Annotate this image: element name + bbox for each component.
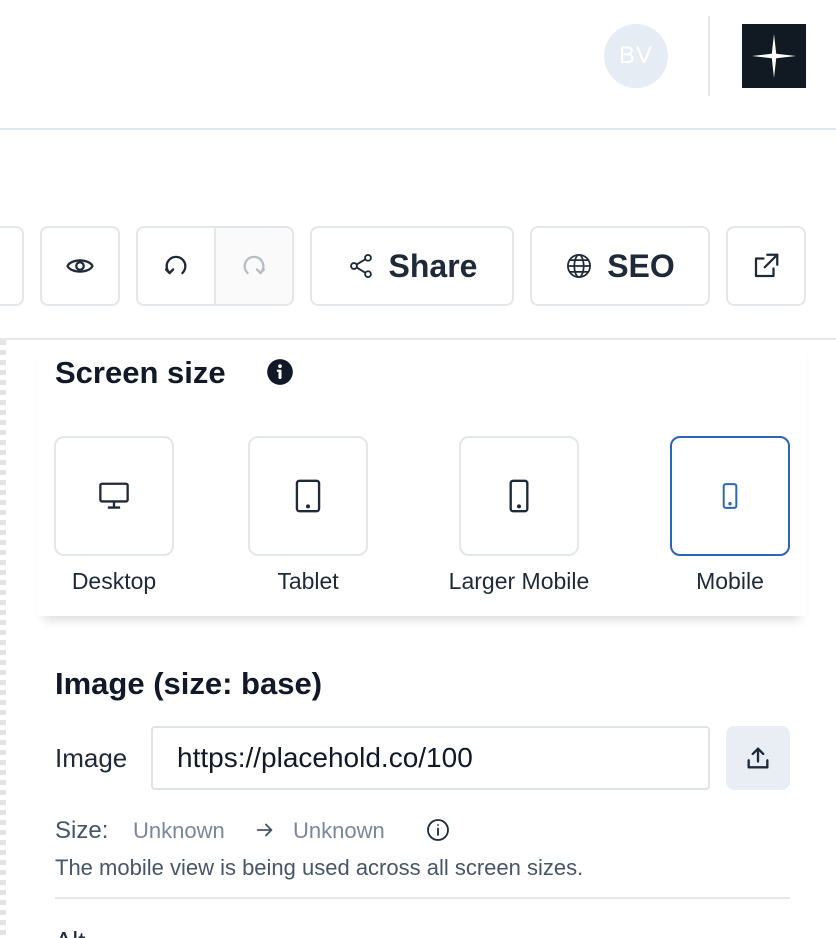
undo-button[interactable] xyxy=(138,228,214,304)
sparkle-star-icon xyxy=(752,34,796,78)
screen-size-title: Screen size xyxy=(55,355,226,390)
seo-label: SEO xyxy=(607,247,675,284)
upload-button[interactable] xyxy=(726,726,790,790)
large-mobile-icon xyxy=(509,479,529,513)
desktop-icon xyxy=(99,482,129,509)
canvas-edge-indicator xyxy=(0,340,6,938)
preview-button[interactable] xyxy=(40,226,120,306)
desktop-label: Desktop xyxy=(71,568,157,594)
seo-button[interactable]: SEO xyxy=(530,226,710,306)
screen-size-larger-mobile[interactable] xyxy=(459,436,579,556)
larger-mobile-label: Larger Mobile xyxy=(448,568,590,594)
user-avatar[interactable]: BV xyxy=(604,24,668,88)
globe-icon xyxy=(567,254,592,278)
image-field-label: Image xyxy=(55,743,128,773)
image-section-title: Image (size: base) xyxy=(55,666,323,701)
screen-size-mobile[interactable] xyxy=(670,436,790,556)
toolbar-partial-button[interactable] xyxy=(0,226,24,306)
brand-logo[interactable] xyxy=(742,24,806,88)
external-link-icon xyxy=(754,253,779,278)
info-filled-icon[interactable] xyxy=(266,358,294,386)
size-target-value: Unknown xyxy=(293,818,385,843)
size-original-value: Unknown xyxy=(133,818,225,843)
upload-icon xyxy=(747,747,769,769)
share-icon xyxy=(349,253,372,279)
share-label: Share xyxy=(388,247,478,284)
info-outline-icon[interactable] xyxy=(426,818,450,842)
tablet-icon xyxy=(295,479,321,513)
size-label: Size: xyxy=(55,817,109,844)
tablet-label: Tablet xyxy=(277,568,339,594)
arrow-right-icon xyxy=(256,823,273,837)
mobile-icon xyxy=(722,483,738,509)
undo-icon xyxy=(164,255,187,275)
header-divider xyxy=(708,16,710,96)
redo-icon xyxy=(243,255,266,275)
screen-size-tablet[interactable] xyxy=(248,436,368,556)
eye-icon xyxy=(66,259,94,273)
history-button-group xyxy=(136,226,294,306)
mobile-view-note: The mobile view is being used across all… xyxy=(55,855,584,880)
image-url-input[interactable] xyxy=(151,726,710,790)
alt-field-label: Alt xyxy=(55,926,85,938)
section-divider xyxy=(55,897,790,899)
open-external-button[interactable] xyxy=(726,226,806,306)
share-button[interactable]: Share xyxy=(310,226,514,306)
mobile-label: Mobile xyxy=(696,568,764,594)
top-header: BV xyxy=(0,0,836,130)
redo-button[interactable] xyxy=(214,228,292,304)
screen-size-desktop[interactable] xyxy=(54,436,174,556)
